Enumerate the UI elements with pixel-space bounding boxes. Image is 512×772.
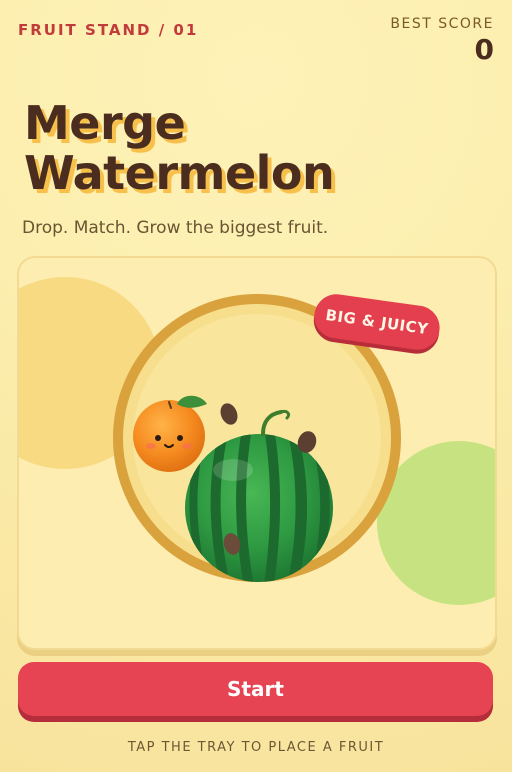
level-label: FRUIT STAND / 01 [18,21,199,39]
title-line-1: Merge [24,96,186,150]
subtitle: Drop. Match. Grow the biggest fruit. [22,218,329,238]
game-screen: FRUIT STAND / 01 BEST SCORE 0 Merge Wate… [0,0,512,772]
start-button[interactable]: Start [18,662,493,716]
best-score-value: 0 [474,33,494,66]
game-title: Merge Watermelon [24,98,484,198]
best-score: BEST SCORE 0 [390,16,494,64]
best-score-label: BEST SCORE [390,16,494,32]
title-line-2: Watermelon [24,146,335,200]
hint-text: TAP THE TRAY TO PLACE A FRUIT [127,740,385,755]
